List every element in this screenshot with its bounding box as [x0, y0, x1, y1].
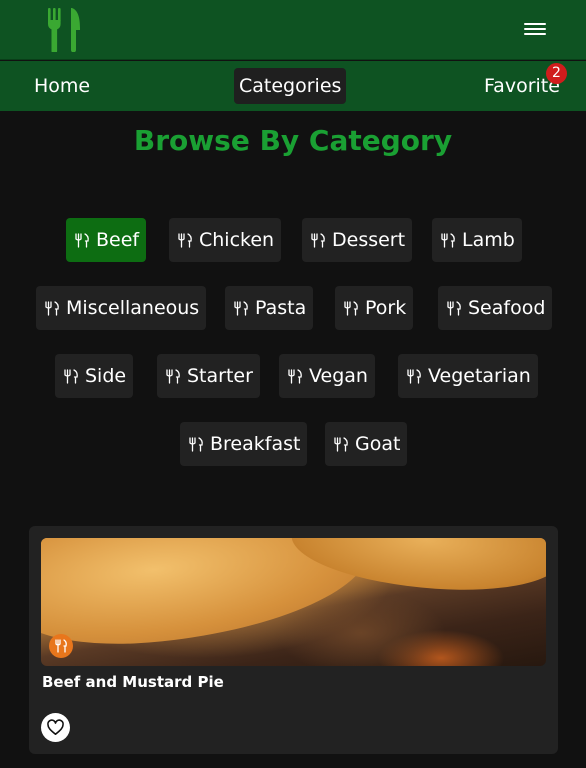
fork-knife-icon [75, 233, 89, 248]
nav-categories-link[interactable]: Categories [234, 68, 347, 104]
category-chip-side[interactable]: Side [55, 354, 134, 398]
fork-knife-icon [178, 233, 192, 248]
category-chip-goat[interactable]: Goat [325, 422, 408, 466]
category-chip-vegan[interactable]: Vegan [279, 354, 375, 398]
category-chip-label: Beef [96, 229, 140, 251]
category-chip-label: Miscellaneous [66, 297, 200, 319]
top-header [0, 0, 586, 60]
category-chip-pork[interactable]: Pork [335, 286, 414, 330]
category-chip-label: Lamb [462, 229, 515, 251]
fork-knife-icon [344, 301, 358, 316]
category-chip-label: Side [85, 365, 127, 387]
category-chip-label: Breakfast [210, 433, 301, 455]
category-chip-label: Seafood [468, 297, 546, 319]
fork-knife-icon [447, 301, 461, 316]
fork-knife-icon [288, 369, 302, 384]
category-chip-chicken[interactable]: Chicken [169, 218, 282, 262]
category-chip-miscellaneous[interactable]: Miscellaneous [36, 286, 207, 330]
fork-knife-icon [334, 437, 348, 452]
fork-knife-icon [45, 301, 59, 316]
category-chip-dessert[interactable]: Dessert [302, 218, 413, 262]
category-chip-label: Pasta [255, 297, 307, 319]
category-chip-label: Pork [365, 297, 407, 319]
category-chip-label: Chicken [199, 229, 275, 251]
hamburger-menu-icon[interactable] [524, 20, 546, 40]
fork-knife-icon [55, 639, 67, 653]
favorite-button[interactable] [41, 713, 70, 742]
fork-knife-icon [166, 369, 180, 384]
category-chip-beef[interactable]: Beef [66, 218, 147, 262]
main-nav: Home Categories Favorite [0, 61, 586, 111]
fork-knife-icon [311, 233, 325, 248]
category-chip-breakfast[interactable]: Breakfast [180, 422, 308, 466]
fork-knife-icon [441, 233, 455, 248]
meal-category-badge [49, 634, 73, 658]
page-title: Browse By Category [133, 124, 453, 157]
category-chip-label: Vegetarian [428, 365, 531, 387]
nav-home-link[interactable]: Home [29, 68, 95, 104]
fork-knife-icon [234, 301, 248, 316]
category-chip-lamb[interactable]: Lamb [432, 218, 522, 262]
fork-knife-icon[interactable] [46, 8, 82, 52]
heart-outline-icon [47, 719, 64, 736]
category-chip-starter[interactable]: Starter [157, 354, 260, 398]
category-chip-label: Dessert [332, 229, 406, 251]
meal-title[interactable]: Beef and Mustard Pie [42, 673, 224, 691]
favorite-count-badge: 2 [546, 63, 567, 84]
category-chip-label: Goat [355, 433, 401, 455]
category-chip-vegetarian[interactable]: Vegetarian [398, 354, 538, 398]
category-chip-label: Vegan [309, 365, 368, 387]
category-chip-pasta[interactable]: Pasta [225, 286, 314, 330]
meal-card[interactable] [29, 526, 558, 754]
fork-knife-icon [64, 369, 78, 384]
fork-knife-icon [189, 437, 203, 452]
fork-knife-icon [407, 369, 421, 384]
meal-image[interactable] [41, 538, 546, 666]
category-chip-label: Starter [187, 365, 253, 387]
category-chip-seafood[interactable]: Seafood [438, 286, 553, 330]
